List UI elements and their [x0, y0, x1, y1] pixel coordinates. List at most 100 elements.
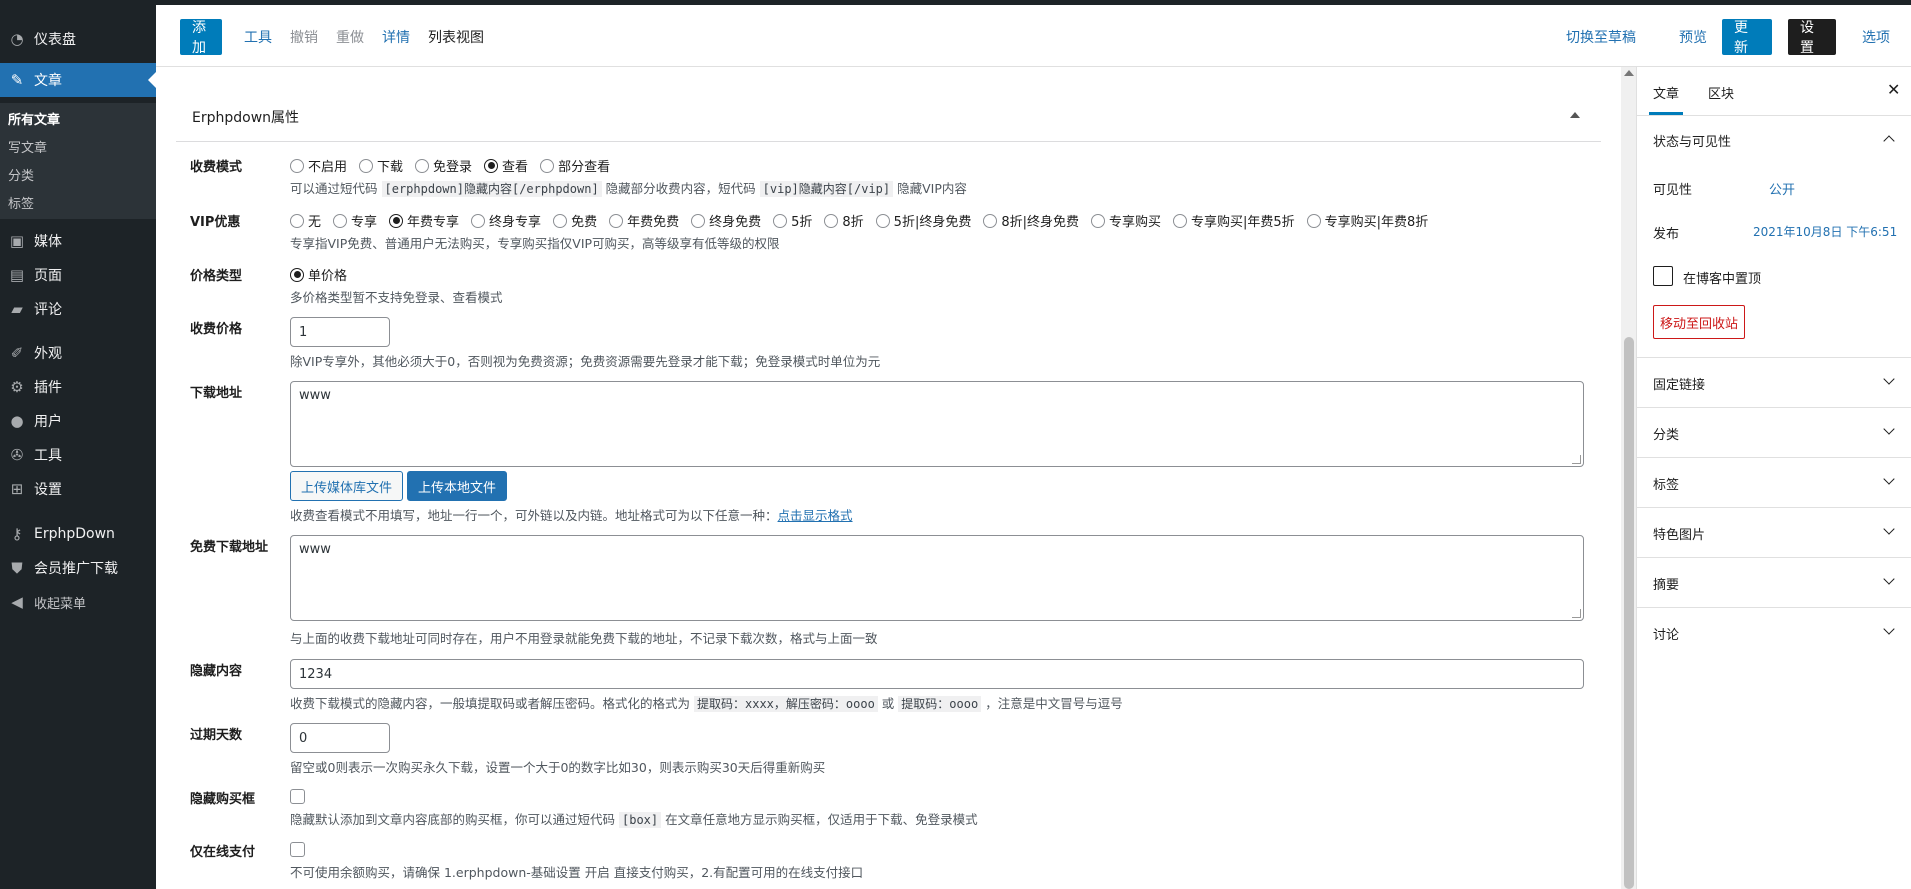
section-status-visibility[interactable]: 状态与可见性: [1637, 115, 1911, 165]
vip-option[interactable]: 专享购买|年费5折: [1173, 211, 1295, 230]
section-categories[interactable]: 分类: [1637, 408, 1911, 458]
sidebar-item-posts[interactable]: ✎ 文章: [0, 63, 156, 97]
fee-mode-option[interactable]: 不启用: [290, 156, 347, 175]
sidebar-item-media[interactable]: ▣ 媒体: [0, 224, 156, 258]
section-discussion[interactable]: 讨论: [1637, 608, 1911, 658]
scrollbar-thumb[interactable]: [1624, 337, 1634, 889]
section-title: 标签: [1653, 478, 1680, 493]
section-tags[interactable]: 标签: [1637, 458, 1911, 508]
details-button[interactable]: 详情: [382, 19, 410, 55]
sticky-checkbox[interactable]: [1653, 266, 1673, 286]
upload-media-button[interactable]: 上传媒体库文件: [290, 471, 404, 501]
switch-to-draft-button[interactable]: 切换至草稿: [1566, 19, 1636, 55]
settings-button[interactable]: 设置: [1788, 19, 1836, 56]
submenu-tags[interactable]: 标签: [8, 193, 34, 212]
hide-box-checkbox[interactable]: [290, 789, 305, 804]
admin-sidebar: ◔ 仪表盘 ✎ 文章 所有文章 写文章 分类 标签 ▣ 媒体 ▤ 页面 ▰ 评论…: [0, 5, 156, 889]
page-icon: ▤: [9, 266, 25, 284]
expire-input[interactable]: 0: [290, 723, 390, 753]
sidebar-item-plugins[interactable]: ⚙ 插件: [0, 370, 156, 404]
section-featured-image[interactable]: 特色图片: [1637, 508, 1911, 558]
tab-post[interactable]: 文章: [1648, 83, 1684, 115]
add-block-button[interactable]: 添加: [180, 19, 222, 56]
sidebar-item-label: 页面: [34, 268, 62, 284]
sidebar-item-comments[interactable]: ▰ 评论: [0, 292, 156, 326]
download-label: 下载地址: [190, 386, 243, 401]
options-button[interactable]: 选项: [1862, 19, 1890, 55]
sidebar-item-label: 会员推广下载: [34, 561, 118, 577]
sidebar-item-tools[interactable]: ✇ 工具: [0, 438, 156, 472]
undo-button[interactable]: 撤销: [290, 19, 318, 55]
key-icon: ⚷: [11, 525, 23, 543]
submenu-write-post[interactable]: 写文章: [8, 137, 47, 156]
vip-option[interactable]: 免费: [553, 211, 597, 230]
appearance-icon: ✐: [10, 344, 24, 362]
sidebar-item-label: 插件: [34, 380, 62, 396]
chevron-down-icon: [1883, 473, 1895, 485]
vip-option[interactable]: 年费免费: [609, 211, 679, 230]
upload-local-button[interactable]: 上传本地文件: [407, 471, 508, 501]
update-button[interactable]: 更新: [1722, 19, 1772, 56]
fee-mode-option[interactable]: 部分查看: [540, 156, 610, 175]
show-format-link[interactable]: 点击显示格式: [778, 508, 853, 523]
media-icon: ▣: [9, 232, 25, 250]
vip-option[interactable]: 8折|终身免费: [983, 211, 1079, 230]
sidebar-collapse-menu[interactable]: ◀ 收起菜单: [0, 585, 156, 619]
fee-mode-option-selected[interactable]: 查看: [484, 156, 528, 175]
visibility-value[interactable]: 公开: [1769, 179, 1795, 198]
price-input[interactable]: 1: [290, 317, 390, 347]
vip-option[interactable]: 专享: [333, 211, 377, 230]
fee-mode-option[interactable]: 下载: [359, 156, 403, 175]
fee-mode-desc: 可以通过短代码 [erphpdown]隐藏内容[/erphpdown] 隐藏部分…: [290, 181, 967, 197]
collapse-icon: ◀: [11, 593, 23, 611]
section-title: 分类: [1653, 428, 1680, 443]
submenu-all-posts[interactable]: 所有文章: [8, 109, 60, 128]
vip-option[interactable]: 专享购买|年费8折: [1306, 211, 1428, 230]
close-icon[interactable]: ✕: [1887, 80, 1900, 99]
sidebar-item-settings[interactable]: ⊞ 设置: [0, 472, 156, 506]
section-permalink[interactable]: 固定链接: [1637, 358, 1911, 408]
list-view-button[interactable]: 列表视图: [428, 19, 484, 55]
hidden-content-label: 隐藏内容: [190, 664, 243, 679]
expire-label: 过期天数: [190, 728, 243, 743]
vip-option-selected[interactable]: 年费专享: [389, 211, 459, 230]
vip-option[interactable]: 5折: [773, 211, 812, 230]
free-download-textarea[interactable]: www: [290, 535, 1584, 621]
vip-label: VIP优惠: [190, 215, 241, 230]
sidebar-item-dashboard[interactable]: ◔ 仪表盘: [0, 22, 156, 56]
publish-date-value[interactable]: 2021年10月8日 下午6:51: [1753, 223, 1897, 240]
scroll-up-icon[interactable]: [1624, 70, 1634, 76]
sidebar-item-label: 文章: [34, 73, 62, 89]
sidebar-item-pages[interactable]: ▤ 页面: [0, 258, 156, 292]
hidden-content-input[interactable]: 1234: [290, 659, 1584, 689]
vip-option[interactable]: 5折|终身免费: [875, 211, 971, 230]
tools-button[interactable]: 工具: [244, 19, 272, 55]
resize-handle-icon[interactable]: [1572, 609, 1581, 618]
resize-handle-icon[interactable]: [1572, 455, 1581, 464]
preview-button[interactable]: 预览: [1679, 19, 1707, 55]
vip-option[interactable]: 8折: [824, 211, 864, 230]
price-type-radios: 单价格: [290, 265, 359, 284]
vip-option[interactable]: 无: [290, 211, 321, 230]
tab-block[interactable]: 区块: [1708, 83, 1734, 102]
panel-toggle-icon[interactable]: [1570, 112, 1580, 118]
online-pay-checkbox[interactable]: [290, 842, 305, 857]
price-type-option-selected[interactable]: 单价格: [290, 265, 347, 284]
download-textarea[interactable]: www: [290, 381, 1584, 467]
publish-label: 发布: [1653, 227, 1680, 242]
chevron-up-icon: [1883, 135, 1895, 147]
vip-option[interactable]: 终身免费: [691, 211, 761, 230]
sidebar-item-appearance[interactable]: ✐ 外观: [0, 336, 156, 370]
section-title: 状态与可见性: [1653, 135, 1732, 150]
sidebar-item-member-promo[interactable]: ⛊ 会员推广下载: [0, 551, 156, 585]
fee-mode-option[interactable]: 免登录: [415, 156, 472, 175]
sidebar-item-users[interactable]: ● 用户: [0, 404, 156, 438]
move-to-trash-button[interactable]: 移动至回收站: [1653, 305, 1746, 339]
redo-button[interactable]: 重做: [336, 19, 364, 55]
submenu-categories[interactable]: 分类: [8, 165, 34, 184]
vip-option[interactable]: 专享购买: [1090, 211, 1161, 230]
vip-option[interactable]: 终身专享: [471, 211, 541, 230]
section-excerpt[interactable]: 摘要: [1637, 558, 1911, 608]
download-desc: 收费查看模式不用填写，地址一行一个，可外链以及内链。地址格式可为以下任意一种：点…: [290, 508, 853, 523]
sidebar-item-erphpdown[interactable]: ⚷ ErphpDown: [0, 517, 156, 551]
